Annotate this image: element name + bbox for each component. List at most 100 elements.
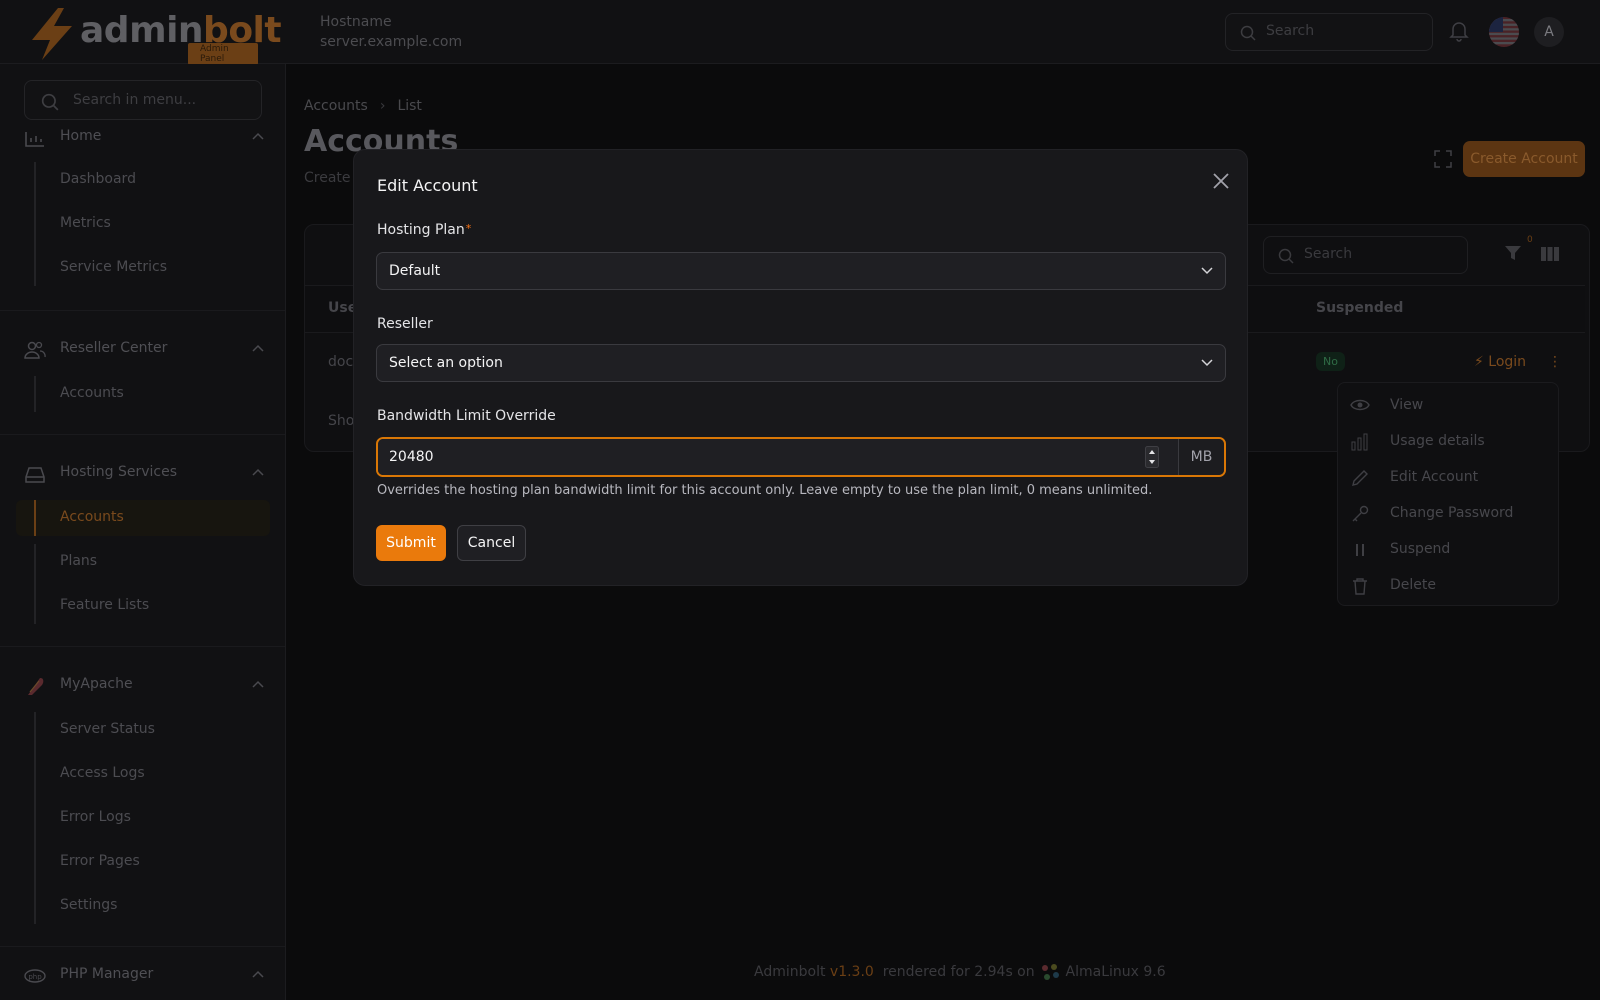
menu-item-change-password[interactable]: Change Password xyxy=(1350,503,1550,525)
sidebar-item-label: Error Pages xyxy=(60,853,140,869)
brand-tag: Admin Panel xyxy=(188,43,258,65)
footer-app-name: Adminbolt xyxy=(754,964,826,980)
reseller-value: Select an option xyxy=(389,355,503,371)
create-account-button[interactable]: Create Account xyxy=(1463,141,1585,177)
sidebar-item-label: Access Logs xyxy=(60,765,145,781)
sidebar-item-label: Error Logs xyxy=(60,809,131,825)
menu-item-label: Edit Account xyxy=(1390,469,1479,485)
user-avatar[interactable]: A xyxy=(1534,17,1564,47)
sidebar-item-label: Dashboard xyxy=(60,171,136,187)
chevron-down-icon xyxy=(1201,359,1213,367)
edit-account-modal: Edit Account Hosting Plan* Default Resel… xyxy=(353,149,1248,586)
cancel-button[interactable]: Cancel xyxy=(457,525,526,561)
php-icon: php xyxy=(24,969,46,983)
sidebar-item-server-status[interactable]: Server Status xyxy=(16,712,270,756)
sidebar-item-label: Service Metrics xyxy=(60,259,168,275)
chevron-up-icon xyxy=(252,132,264,140)
menu-item-view[interactable]: View xyxy=(1350,395,1550,417)
chart-icon xyxy=(25,132,44,147)
row-actions-kebab-icon[interactable]: ⋮ xyxy=(1548,354,1562,370)
sidebar-group-php-manager[interactable]: php PHP Manager xyxy=(24,964,264,988)
sidebar-item-service-metrics[interactable]: Service Metrics xyxy=(16,250,270,286)
menu-search-placeholder: Search in menu... xyxy=(73,92,197,108)
breadcrumb-accounts[interactable]: Accounts xyxy=(304,98,368,114)
menu-item-label: View xyxy=(1390,397,1424,413)
sidebar-item-error-pages[interactable]: Error Pages xyxy=(16,844,270,888)
login-link[interactable]: ⚡ Login xyxy=(1474,354,1526,370)
sidebar-item-label: Metrics xyxy=(60,215,111,231)
sidebar: Search in menu... Home Dashboard Metrics… xyxy=(0,64,286,1000)
breadcrumb: Accounts › List xyxy=(304,98,422,114)
sidebar-item-settings[interactable]: Settings xyxy=(16,888,270,924)
hosting-plan-label: Hosting Plan* xyxy=(377,222,471,238)
sidebar-item-metrics[interactable]: Metrics xyxy=(16,206,270,250)
top-bar: adminbolt Admin Panel Hostname server.ex… xyxy=(0,0,1600,65)
bar-chart-icon xyxy=(1351,433,1368,451)
global-search-input[interactable]: Search xyxy=(1225,13,1433,51)
sidebar-group-label: Home xyxy=(60,128,102,144)
bandwidth-label: Bandwidth Limit Override xyxy=(377,408,556,424)
hosting-plan-value: Default xyxy=(389,263,441,279)
chevron-up-icon xyxy=(252,970,264,978)
number-spinner-icon[interactable] xyxy=(1145,446,1159,468)
menu-item-usage-details[interactable]: Usage details xyxy=(1350,431,1550,453)
sidebar-divider xyxy=(0,946,285,947)
sidebar-group-myapache[interactable]: MyApache xyxy=(24,674,264,698)
bell-icon[interactable] xyxy=(1449,20,1469,42)
page-footer: Adminbolt v1.3.0 rendered for 2.94s on A… xyxy=(754,962,1166,982)
menu-search-input[interactable]: Search in menu... xyxy=(24,80,262,120)
sidebar-item-reseller-accounts[interactable]: Accounts xyxy=(16,376,270,412)
almalinux-logo-icon xyxy=(1042,964,1060,980)
sidebar-group-hosting-services[interactable]: Hosting Services xyxy=(24,462,264,486)
sidebar-item-hosting-accounts[interactable]: Accounts xyxy=(16,500,270,536)
sidebar-item-access-logs[interactable]: Access Logs xyxy=(16,756,270,800)
sidebar-group-reseller-center[interactable]: Reseller Center xyxy=(24,338,264,362)
key-icon xyxy=(1352,505,1369,522)
login-label: Login xyxy=(1488,354,1527,370)
table-search-input[interactable]: Search xyxy=(1263,236,1468,274)
trash-icon xyxy=(1353,578,1367,595)
reseller-select[interactable]: Select an option xyxy=(376,344,1226,382)
footer-version: v1.3.0 xyxy=(829,964,874,980)
eye-icon xyxy=(1350,399,1370,411)
global-search-placeholder: Search xyxy=(1266,23,1315,39)
search-icon xyxy=(1278,248,1294,264)
column-header-suspended[interactable]: Suspended xyxy=(1316,300,1403,316)
hostname-value: server.example.com xyxy=(320,34,463,50)
sidebar-item-error-logs[interactable]: Error Logs xyxy=(16,800,270,844)
submit-button[interactable]: Submit xyxy=(376,525,446,561)
close-icon[interactable] xyxy=(1210,170,1232,192)
menu-item-label: Change Password xyxy=(1390,505,1514,521)
table-cell-user: doc xyxy=(328,354,354,370)
table-search-placeholder: Search xyxy=(1304,246,1353,262)
users-icon xyxy=(24,341,46,359)
hosting-plan-select[interactable]: Default xyxy=(376,252,1226,290)
adminbolt-logo[interactable]: adminbolt Admin Panel xyxy=(28,6,282,65)
columns-icon[interactable] xyxy=(1541,246,1559,262)
sidebar-item-plans[interactable]: Plans xyxy=(16,544,270,588)
server-icon xyxy=(25,467,45,483)
sidebar-item-dashboard[interactable]: Dashboard xyxy=(16,162,270,206)
modal-title: Edit Account xyxy=(377,176,478,195)
breadcrumb-list: List xyxy=(397,98,422,114)
menu-item-suspend[interactable]: Suspend xyxy=(1350,539,1550,561)
filter-count-badge: 0 xyxy=(1527,235,1533,245)
menu-item-edit-account[interactable]: Edit Account xyxy=(1350,467,1550,489)
filter-icon[interactable] xyxy=(1504,244,1522,262)
sidebar-item-label: Server Status xyxy=(60,721,155,737)
bandwidth-limit-input[interactable] xyxy=(378,439,1178,475)
status-badge: No xyxy=(1316,352,1345,371)
footer-os: AlmaLinux 9.6 xyxy=(1065,964,1166,980)
sidebar-group-label: MyApache xyxy=(60,676,133,692)
us-flag-icon[interactable] xyxy=(1489,17,1519,47)
bolt-logo-icon xyxy=(32,8,72,60)
sidebar-group-home[interactable]: Home xyxy=(24,126,264,150)
bandwidth-help-text: Overrides the hosting plan bandwidth lim… xyxy=(377,483,1153,498)
menu-item-delete[interactable]: Delete xyxy=(1350,575,1550,597)
search-icon xyxy=(41,93,59,111)
sidebar-divider xyxy=(0,434,285,435)
row-actions-menu: View Usage details Edit Account Change P… xyxy=(1337,382,1559,606)
expand-icon[interactable] xyxy=(1434,150,1452,168)
sidebar-item-feature-lists[interactable]: Feature Lists xyxy=(16,588,270,624)
required-marker: * xyxy=(465,222,472,235)
